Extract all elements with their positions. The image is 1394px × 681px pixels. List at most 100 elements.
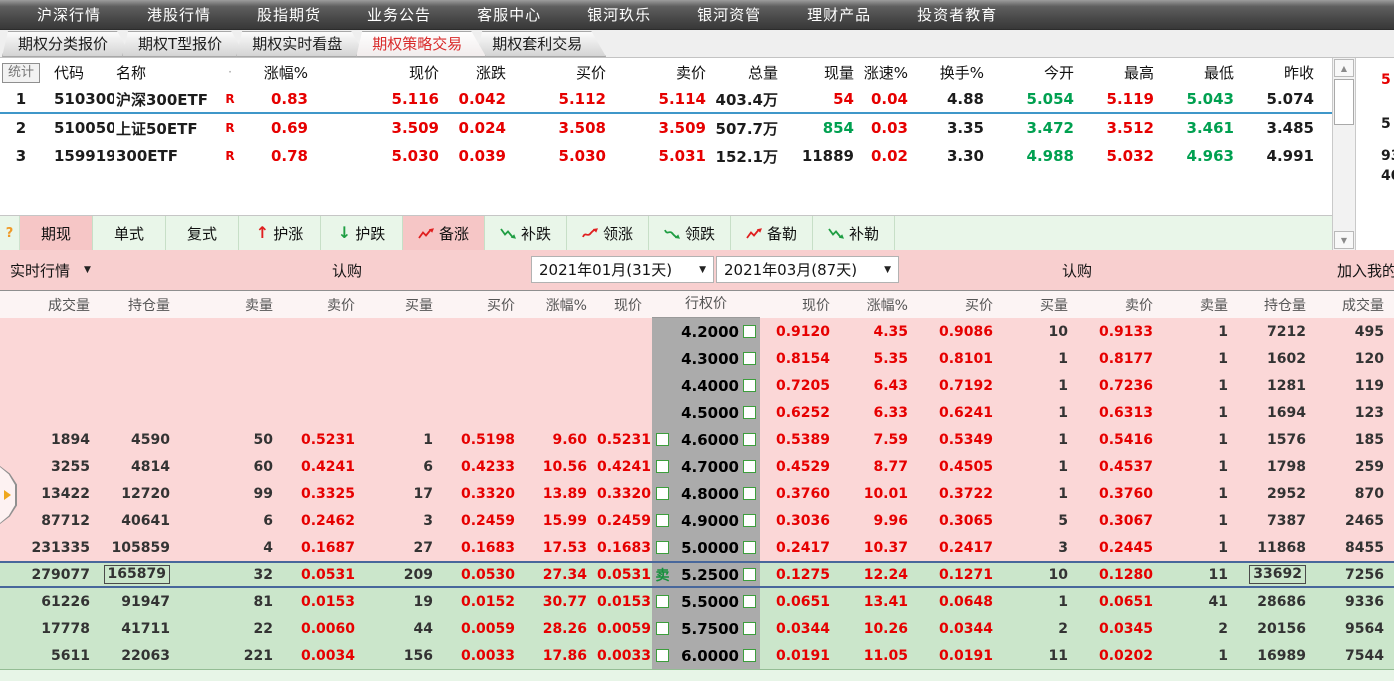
strike-checkbox[interactable]	[743, 649, 756, 662]
tab-option-t-quotes[interactable]: 期权T型报价	[122, 31, 246, 57]
strike-checkbox[interactable]	[656, 433, 669, 446]
toolbar-button[interactable]: 补跌	[485, 216, 567, 250]
strike-checkbox[interactable]	[743, 622, 756, 635]
board-cell: 1798	[1238, 459, 1316, 475]
toolbar-button[interactable]: 复式	[166, 216, 239, 250]
tab-option-category-quotes[interactable]: 期权分类报价	[2, 31, 132, 57]
option-row[interactable]: 4.40000.72056.430.719210.723611281119	[0, 372, 1394, 399]
strike-checkbox[interactable]	[743, 433, 756, 446]
option-row[interactable]: 18944590500.523110.51989.600.52314.60000…	[0, 426, 1394, 453]
quote-cell: 5.030	[512, 147, 612, 165]
expiry-month-select-2[interactable]: 2021年03月(87天) ▼	[716, 256, 899, 283]
option-row[interactable]: 877124064160.246230.245915.990.24594.900…	[0, 507, 1394, 534]
menu-item-index-futures[interactable]: 股指期货	[234, 4, 344, 25]
toolbar-button[interactable]: 补勒	[813, 216, 895, 250]
quote-cell: 0.69	[244, 119, 314, 137]
option-row[interactable]: 32554814600.424160.423310.560.42414.7000…	[0, 453, 1394, 480]
quote-row[interactable]: 1510300沪深300ETFR0.835.1160.0425.1125.114…	[0, 86, 1332, 114]
option-row[interactable]: 5611220632210.00341560.003317.860.00336.…	[0, 642, 1394, 669]
option-row[interactable]: 23133510585940.1687270.168317.530.16835.…	[0, 534, 1394, 561]
tab-option-realtime-watch[interactable]: 期权实时看盘	[236, 31, 366, 57]
board-cell: 120	[1316, 351, 1394, 367]
stats-button[interactable]: 统计	[2, 63, 40, 83]
board-cell: 0.1683	[443, 540, 525, 556]
strike-cell: 4.3000	[652, 345, 760, 372]
chevron-down-icon: ▼	[884, 265, 891, 275]
menu-item-hk-market[interactable]: 港股行情	[124, 4, 234, 25]
board-cell: 6	[365, 459, 443, 475]
strike-checkbox[interactable]	[656, 487, 669, 500]
toolbar-button-label: 补勒	[849, 223, 879, 244]
toolbar-button[interactable]: 期现	[20, 216, 93, 250]
toolbar-button[interactable]: 备涨	[403, 216, 485, 250]
menu-item-investor-education[interactable]: 投资者教育	[894, 4, 1020, 25]
strike-left-slot	[655, 649, 670, 662]
strike-checkbox[interactable]	[743, 352, 756, 365]
strike-checkbox[interactable]	[656, 514, 669, 527]
option-row[interactable]: 4.20000.91204.350.9086100.913317212495	[0, 318, 1394, 345]
strike-cell: 4.8000	[652, 480, 760, 507]
strike-price: 5.5000	[670, 593, 742, 611]
option-row[interactable]: 1342212720990.3325170.332013.890.33204.8…	[0, 480, 1394, 507]
strike-checkbox[interactable]	[743, 379, 756, 392]
scroll-up-button[interactable]: ▲	[1334, 59, 1354, 77]
toolbar-button[interactable]: ↑护涨	[239, 216, 321, 250]
strike-checkbox[interactable]	[656, 649, 669, 662]
market-view-dropdown[interactable]: 实时行情 ▼	[10, 250, 91, 290]
quote-column-header: 涨跌	[445, 62, 512, 83]
strike-checkbox[interactable]	[743, 595, 756, 608]
strike-checkbox[interactable]	[656, 622, 669, 635]
quote-row[interactable]: 2510050上证50ETFR0.693.5090.0243.5083.5095…	[0, 114, 1332, 142]
toolbar-button[interactable]: 领跌	[649, 216, 731, 250]
toolbar-button[interactable]: 备勒	[731, 216, 813, 250]
menu-item-hs-market[interactable]: 沪深行情	[14, 4, 124, 25]
option-row[interactable]: 4.50000.62526.330.624110.631311694123	[0, 399, 1394, 426]
strike-checkbox[interactable]	[743, 487, 756, 500]
strike-checkbox[interactable]	[656, 541, 669, 554]
strike-checkbox[interactable]	[656, 460, 669, 473]
strike-checkbox[interactable]	[743, 325, 756, 338]
stat-corner-cell: 统计	[0, 62, 42, 83]
strike-checkbox[interactable]	[743, 406, 756, 419]
menu-item-yinhe-jiule[interactable]: 银河玖乐	[564, 4, 674, 25]
tab-option-arbitrage-trading[interactable]: 期权套利交易	[476, 31, 606, 57]
board-cell: 1576	[1238, 432, 1316, 448]
quote-scrollbar[interactable]: ▲ ▼	[1332, 58, 1356, 250]
option-row[interactable]: 1777841711220.0060440.005928.260.00595.7…	[0, 615, 1394, 642]
strike-right-slot	[742, 595, 757, 608]
option-row[interactable]: 6122691947810.0153190.015230.770.01535.5…	[0, 588, 1394, 615]
strike-checkbox[interactable]	[743, 541, 756, 554]
menu-item-announcements[interactable]: 业务公告	[344, 4, 454, 25]
strike-checkbox[interactable]	[743, 460, 756, 473]
scroll-down-button[interactable]: ▼	[1334, 231, 1354, 249]
strike-checkbox[interactable]	[656, 595, 669, 608]
menu-item-customer-service[interactable]: 客服中心	[454, 4, 564, 25]
toolbar-button[interactable]: 领涨	[567, 216, 649, 250]
quote-cell: 3	[0, 147, 42, 165]
option-row[interactable]: 4.30000.81545.350.810110.817711602120	[0, 345, 1394, 372]
tab-option-strategy-trading[interactable]: 期权策略交易	[356, 31, 486, 57]
board-cell: 30.77	[525, 594, 597, 610]
strike-checkbox[interactable]	[743, 514, 756, 527]
board-cell: 0.0034	[283, 648, 365, 664]
board-cell: 12.24	[840, 567, 918, 583]
strike-checkbox[interactable]	[743, 568, 756, 581]
expiry-month-select-1[interactable]: 2021年01月(31天) ▼	[531, 256, 714, 283]
toolbar-button[interactable]: ↓护跌	[321, 216, 403, 250]
board-cell: 60	[180, 459, 283, 475]
menu-item-yinhe-asset[interactable]: 银河资管	[674, 4, 784, 25]
chevron-down-icon: ▼	[699, 265, 706, 275]
toolbar-button[interactable]: 单式	[93, 216, 166, 250]
board-cell: 1	[1163, 432, 1238, 448]
quote-row[interactable]: 3159919300ETFR0.785.0300.0395.0305.03115…	[0, 142, 1332, 170]
scroll-thumb[interactable]	[1334, 79, 1354, 125]
board-cell: 1694	[1238, 405, 1316, 421]
quote-column-header: 卖价	[612, 62, 712, 83]
help-button[interactable]: ?	[0, 216, 20, 250]
add-to-watchlist-link[interactable]: 加入我的	[1337, 250, 1394, 290]
menu-item-wealth-products[interactable]: 理财产品	[784, 4, 894, 25]
board-cell: 1	[1003, 432, 1078, 448]
board-cell: 4	[180, 540, 283, 556]
option-row[interactable]: 279077165879320.05312090.053027.340.0531…	[0, 561, 1394, 588]
board-cell: 0.4241	[597, 459, 652, 475]
